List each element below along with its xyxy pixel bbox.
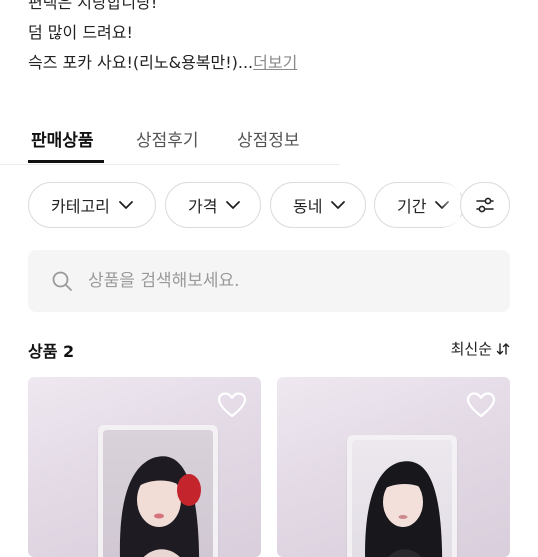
product-search-bar: [28, 250, 510, 312]
more-link[interactable]: 더보기: [253, 53, 297, 72]
description-line-3: 슥즈 포카 사요!(리노&용복만!)...더보기: [28, 48, 297, 78]
chevron-down-icon: [331, 201, 346, 209]
description-line-1: 편택은 지랑합니당!: [28, 0, 158, 12]
sort-button[interactable]: 최신순: [451, 338, 510, 359]
chevron-down-icon: [226, 201, 241, 209]
heart-outline-icon[interactable]: [217, 391, 247, 419]
sort-arrows-icon: [496, 342, 510, 355]
filter-period-label: 기간: [397, 197, 427, 216]
active-tab-underline: [28, 160, 104, 163]
filter-settings-button[interactable]: [460, 182, 510, 228]
product-card[interactable]: [277, 377, 510, 557]
sort-label: 최신순: [450, 340, 492, 358]
search-icon: [52, 271, 72, 291]
chips-fade: [440, 182, 460, 228]
heart-outline-icon[interactable]: [466, 391, 496, 419]
sliders-icon: [476, 197, 494, 213]
filter-category-button[interactable]: 카테고리: [28, 182, 156, 228]
store-description: 편택은 지랑합니당! 덤 많이 드려요! 슥즈 포카 사요!(리노&용복만!).…: [28, 0, 297, 78]
description-line-2: 덤 많이 드려요!: [28, 23, 133, 42]
tab-products[interactable]: 판매상품: [31, 126, 94, 151]
filter-chips: 카테고리 가격 동네 기간: [0, 182, 538, 230]
filter-price-label: 가격: [188, 197, 218, 216]
search-input[interactable]: [86, 270, 470, 292]
product-card[interactable]: [28, 377, 261, 557]
filter-neighborhood-label: 동네: [293, 197, 323, 216]
photocard-illustration: [365, 461, 443, 557]
tab-reviews[interactable]: 상점후기: [136, 126, 199, 151]
tab-store-info[interactable]: 상점정보: [237, 126, 300, 151]
product-image: [98, 425, 218, 557]
chevron-down-icon: [118, 201, 133, 209]
product-image: [347, 435, 457, 557]
filter-category-label: 카테고리: [51, 197, 110, 216]
filter-price-button[interactable]: 가격: [165, 182, 261, 228]
product-count: 상품 2: [28, 342, 75, 361]
filter-neighborhood-button[interactable]: 동네: [270, 182, 366, 228]
store-tabs: 판매상품 상점후기 상점정보: [0, 120, 340, 165]
description-line-3-text: 슥즈 포카 사요!(리노&용복만!)...: [28, 53, 254, 72]
